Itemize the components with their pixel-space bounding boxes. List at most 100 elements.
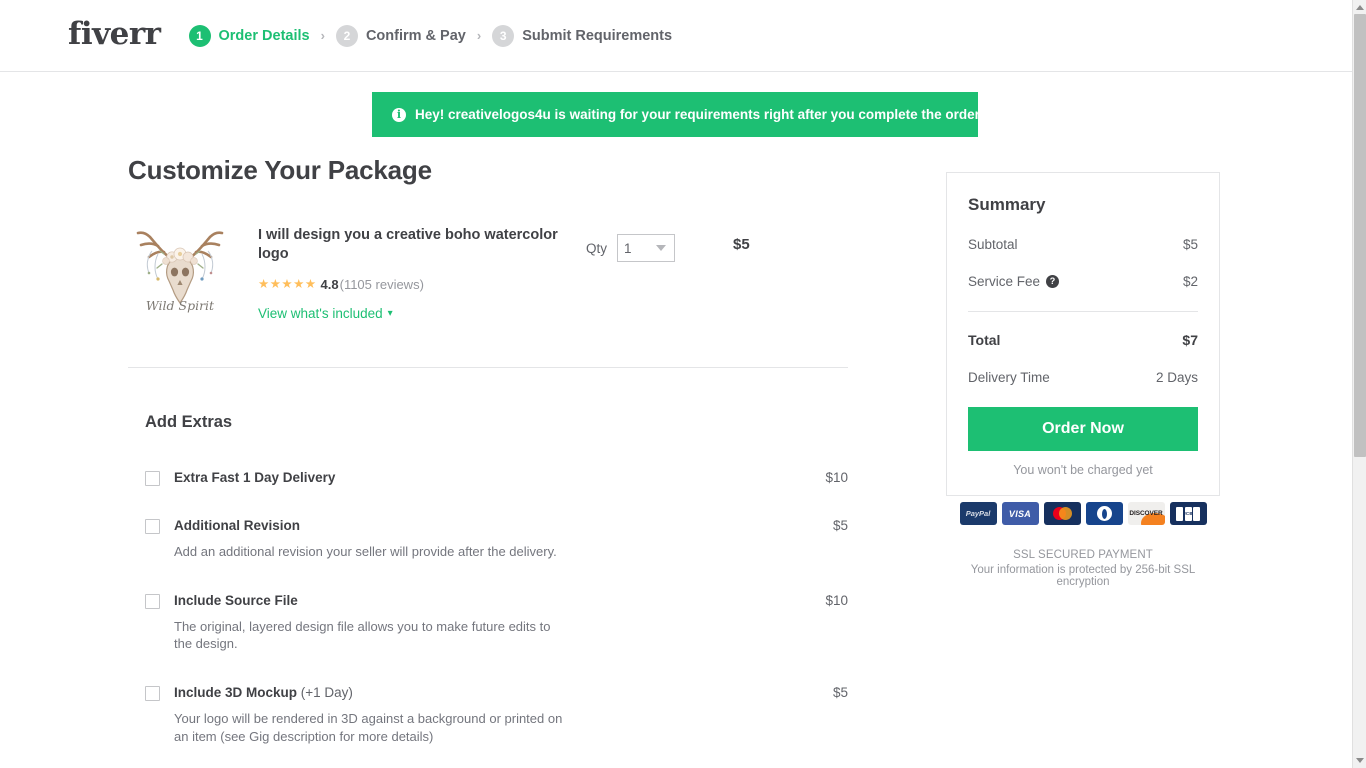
subtotal-value: $5 <box>1182 237 1198 252</box>
banner-dismiss-link[interactable]: Ok, got it <box>998 107 1057 122</box>
extra-row: Extra Fast 1 Day Delivery $10 <box>128 470 848 486</box>
gig-rating: ★★★★★ 4.8 (1105 reviews) <box>258 277 558 292</box>
step-2-number: 2 <box>335 24 358 47</box>
scroll-down-arrow-icon[interactable] <box>1356 758 1364 763</box>
scrollbar-thumb[interactable] <box>1354 14 1366 457</box>
extra-row: Include 3D Mockup (+1 Day) Your logo wil… <box>128 685 848 745</box>
delivery-time-value: 2 Days <box>1155 370 1198 385</box>
fiverr-logo[interactable]: fiverr <box>68 19 161 50</box>
step-confirm-pay[interactable]: 2 Confirm & Pay <box>335 24 466 47</box>
extra-name: Additional Revision <box>174 518 794 534</box>
ssl-subtitle: Your information is protected by 256-bit… <box>970 564 1196 588</box>
checkout-steps: 1 Order Details › 2 Confirm & Pay › 3 Su… <box>188 24 673 47</box>
delivery-time-label: Delivery Time <box>968 370 1050 385</box>
total-value: $7 <box>1182 332 1198 348</box>
info-icon: i <box>392 107 406 122</box>
jcb-icon-label: JCB <box>1183 511 1193 516</box>
visa-icon-label: VISA <box>1008 508 1032 519</box>
extra-name: Extra Fast 1 Day Delivery <box>174 470 794 486</box>
extra-body: Additional Revision Add an additional re… <box>174 518 794 561</box>
paypal-icon-label: PayPal <box>965 509 991 518</box>
chevron-down-icon <box>656 245 667 251</box>
ssl-title: SSL SECURED PAYMENT <box>1013 549 1153 561</box>
extra-name-text: Extra Fast 1 Day Delivery <box>174 469 336 485</box>
extra-checkbox-additional-revision[interactable] <box>145 518 160 534</box>
step-separator-1: › <box>320 28 325 43</box>
service-fee-label: Service Fee ? <box>968 274 1060 289</box>
thumbnail-caption-text: Wild Spirit <box>146 298 215 313</box>
extra-description: The original, layered design file allows… <box>174 618 551 652</box>
jcb-icon: JCB <box>1169 502 1207 525</box>
summary-row-service-fee: Service Fee ? $2 <box>968 274 1198 289</box>
gig-title[interactable]: I will design you a creative boho waterc… <box>258 226 558 264</box>
jcb-bar <box>1193 506 1200 521</box>
jcb-bar <box>1176 506 1183 521</box>
step-2-label: Confirm & Pay <box>365 27 466 44</box>
scroll-up-arrow-icon[interactable] <box>1356 5 1364 10</box>
discover-icon: DISCOVER <box>1127 502 1165 525</box>
step-1-label: Order Details <box>218 27 310 44</box>
quantity-dropdown[interactable]: 1 <box>617 234 676 262</box>
summary-row-subtotal: Subtotal $5 <box>968 237 1198 252</box>
extra-checkbox-include-source-file[interactable] <box>145 593 160 609</box>
quantity-selector: Qty 1 <box>586 224 676 262</box>
add-extras-title: Add Extras <box>145 412 233 431</box>
extra-price: $10 <box>825 592 848 608</box>
view-whats-included-link[interactable]: View what's included ▾ <box>258 306 393 321</box>
visa-icon: VISA <box>1001 502 1039 525</box>
extra-description: Add an additional revision your seller w… <box>174 544 557 560</box>
extra-checkbox-extra-fast-delivery[interactable] <box>145 470 160 486</box>
diners-club-glyph <box>1096 506 1112 521</box>
notification-banner: i Hey! creativelogos4u is waiting for yo… <box>372 92 1056 137</box>
review-count: (1105 reviews) <box>339 276 424 292</box>
gig-price: $5 <box>733 236 750 253</box>
extra-price: $5 <box>832 517 848 533</box>
extra-row: Include Source File The original, layere… <box>128 593 848 653</box>
summary-divider <box>968 311 1198 312</box>
extra-name-text: Additional Revision <box>174 517 301 533</box>
view-whats-included-label: View what's included <box>258 305 383 321</box>
extra-body: Extra Fast 1 Day Delivery <box>174 470 794 486</box>
star-rating-icon: ★★★★★ <box>258 276 317 291</box>
extra-price: $10 <box>825 469 848 485</box>
ssl-notice: SSL SECURED PAYMENT Your information is … <box>946 549 1220 588</box>
page-scrollbar[interactable] <box>1352 0 1366 768</box>
help-icon[interactable]: ? <box>1046 275 1060 288</box>
extra-name-text: Include Source File <box>174 592 298 608</box>
gig-thumbnail[interactable]: Wild Spirit <box>128 224 232 316</box>
total-label: Total <box>968 332 1001 348</box>
step-separator-2: › <box>476 28 482 43</box>
step-submit-requirements[interactable]: 3 Submit Requirements <box>492 24 673 47</box>
paypal-icon: PayPal <box>959 502 997 525</box>
discover-icon-label: DISCOVER <box>1129 510 1163 517</box>
order-summary-card: Summary Subtotal $5 Service Fee ? $2 Tot… <box>946 172 1220 496</box>
service-fee-value: $2 <box>1182 274 1198 289</box>
mastercard-circle-orange <box>1058 507 1072 520</box>
wild-spirit-logo-icon: Wild Spirit <box>136 231 224 313</box>
step-order-details[interactable]: 1 Order Details <box>188 24 310 47</box>
rating-value: 4.8 <box>320 276 339 292</box>
summary-title: Summary <box>968 195 1046 214</box>
extra-name-text: Include 3D Mockup <box>174 684 298 700</box>
step-1-number: 1 <box>188 24 211 47</box>
step-3-label: Submit Requirements <box>522 27 673 44</box>
extra-checkbox-include-3d-mockup[interactable] <box>145 685 160 701</box>
extra-description: Your logo will be rendered in 3D against… <box>174 711 563 744</box>
extra-name: Include 3D Mockup (+1 Day) <box>174 685 794 701</box>
page-title: Customize Your Package <box>128 155 432 185</box>
mastercard-icon <box>1043 502 1081 525</box>
quantity-label: Qty <box>586 240 608 256</box>
order-now-button[interactable]: Order Now <box>968 407 1198 451</box>
extra-body: Include 3D Mockup (+1 Day) Your logo wil… <box>174 685 794 745</box>
add-extras-section: Add Extras Extra Fast 1 Day Delivery $10… <box>128 413 848 768</box>
summary-row-delivery-time: Delivery Time 2 Days <box>968 370 1198 385</box>
service-fee-label-text: Service Fee <box>968 274 1041 289</box>
extra-days-text: (+1 Day) <box>297 684 353 700</box>
gig-summary-row: Wild Spirit I will design you a creative… <box>128 224 848 368</box>
gig-info: I will design you a creative boho waterc… <box>258 224 558 323</box>
page-root: fiverr 1 Order Details › 2 Confirm & Pay… <box>0 0 1366 768</box>
fiverr-logo-text: fiverr <box>68 16 161 52</box>
summary-row-total: Total $7 <box>968 332 1198 348</box>
extra-body: Include Source File The original, layere… <box>174 593 794 653</box>
subtotal-label: Subtotal <box>968 237 1018 252</box>
